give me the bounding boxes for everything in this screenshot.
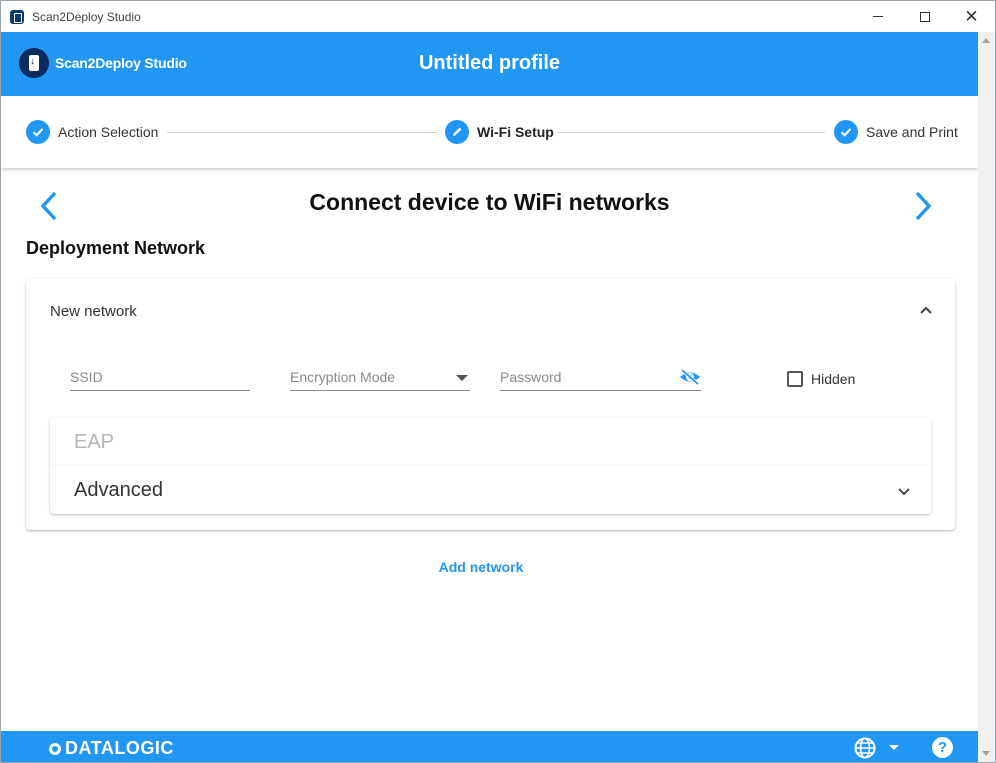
app-header: Scan2Deploy Studio Untitled profile [1, 32, 978, 96]
vertical-scrollbar[interactable] [978, 32, 995, 762]
network-panel-title[interactable]: New network [50, 303, 137, 320]
maximize-button[interactable] [901, 1, 948, 32]
minimize-button[interactable] [854, 1, 901, 32]
dropdown-caret-icon [456, 375, 468, 381]
app-icon [10, 9, 24, 24]
hidden-checkbox-wrap: Hidden [787, 371, 855, 387]
add-network-button[interactable]: Add network [1, 559, 961, 575]
network-panel: New network Encryption Mode Hidden EAP [26, 279, 955, 530]
window-titlebar: Scan2Deploy Studio ✕ [1, 1, 995, 32]
chevron-left-icon [40, 191, 57, 221]
datalogic-logo: DATALOGIC [49, 738, 174, 759]
scroll-up-icon[interactable] [982, 38, 990, 43]
step-label: Action Selection [58, 124, 159, 140]
ssid-field [70, 367, 250, 391]
globe-icon[interactable] [854, 737, 876, 759]
previous-button[interactable] [37, 189, 61, 223]
next-button[interactable] [911, 189, 935, 223]
logo-mark-icon [49, 742, 61, 755]
pencil-icon [445, 120, 469, 144]
advanced-panel[interactable]: Advanced [50, 466, 931, 514]
close-button[interactable]: ✕ [948, 1, 995, 32]
chevron-down-icon [898, 488, 910, 496]
profile-title[interactable]: Untitled profile [1, 52, 978, 75]
check-icon [26, 120, 50, 144]
check-icon [834, 120, 858, 144]
app-window: Scan2Deploy Studio ✕ Scan2Deploy Studio … [0, 0, 996, 763]
window-title: Scan2Deploy Studio [32, 9, 141, 24]
page-heading: Connect device to WiFi networks [309, 189, 670, 215]
section-title: Deployment Network [26, 238, 206, 258]
help-icon[interactable]: ? [932, 737, 953, 758]
scroll-down-icon[interactable] [982, 751, 990, 756]
close-icon: ✕ [964, 7, 979, 26]
step-wifi-setup[interactable]: Wi-Fi Setup [445, 120, 554, 144]
step-connector [167, 132, 437, 133]
eap-panel-label: EAP [74, 431, 115, 453]
minimize-icon [872, 16, 883, 17]
app-footer: DATALOGIC ? [1, 731, 978, 762]
ssid-input[interactable] [70, 367, 250, 387]
password-input[interactable] [500, 367, 670, 387]
eap-panel: EAP [50, 418, 931, 466]
step-connector [557, 132, 825, 133]
step-label: Wi-Fi Setup [477, 124, 554, 140]
logo-text: DATALOGIC [65, 738, 174, 758]
advanced-panel-label: Advanced [74, 479, 163, 501]
chevron-up-icon[interactable] [919, 303, 933, 317]
hidden-checkbox-label[interactable]: Hidden [811, 371, 855, 387]
password-field [500, 367, 701, 391]
maximize-icon [919, 11, 930, 22]
encryption-mode-label: Encryption Mode [290, 369, 396, 385]
step-save-and-print[interactable]: Save and Print [834, 120, 958, 144]
step-action-selection[interactable]: Action Selection [26, 120, 158, 144]
step-label: Save and Print [866, 124, 958, 140]
language-dropdown-icon[interactable] [889, 745, 899, 750]
hidden-checkbox[interactable] [787, 371, 803, 387]
stepper: Action Selection Wi-Fi Setup Save and Pr… [1, 96, 978, 168]
encryption-mode-select[interactable]: Encryption Mode [290, 367, 470, 391]
eye-off-icon[interactable] [679, 369, 701, 385]
chevron-right-icon [915, 191, 932, 221]
window-controls: ✕ [854, 1, 995, 32]
